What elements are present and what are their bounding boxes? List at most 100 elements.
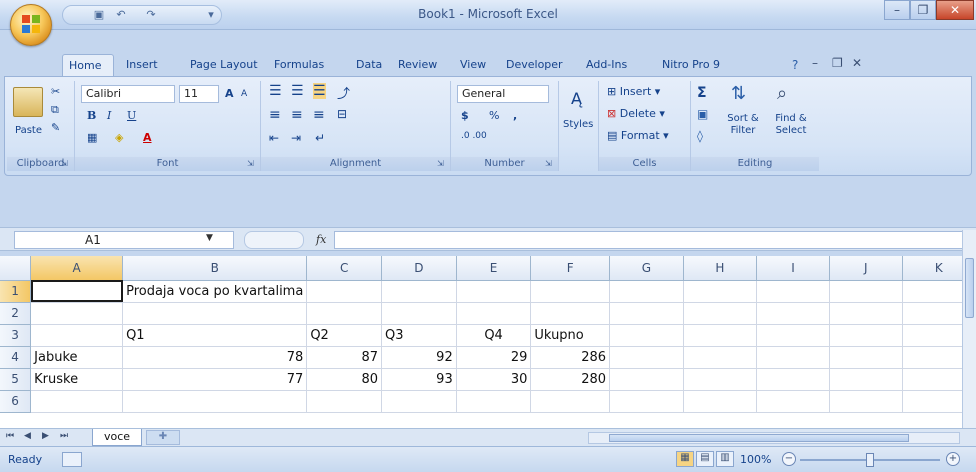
cell[interactable] <box>30 324 124 347</box>
ribbon-minimize-icon[interactable]: – <box>812 56 818 70</box>
cell[interactable] <box>756 280 830 303</box>
help-icon[interactable]: ? <box>792 58 798 72</box>
cell[interactable] <box>609 302 684 325</box>
sort-filter-button[interactable]: Sort & Filter <box>719 113 767 137</box>
office-button[interactable] <box>10 4 52 46</box>
cell[interactable]: 93 <box>381 368 457 391</box>
vertical-scrollbar[interactable] <box>962 230 976 430</box>
cell[interactable] <box>756 390 830 413</box>
cell[interactable]: Prodaja voca po kvartalima <box>122 280 308 303</box>
column-header-j[interactable]: J <box>829 256 903 281</box>
column-header-f[interactable]: F <box>530 256 611 281</box>
cell[interactable]: Q3 <box>381 324 457 347</box>
restore-button[interactable]: ❐ <box>910 0 936 20</box>
bold-button[interactable]: B <box>87 109 96 122</box>
clipboard-launcher-icon[interactable]: ⇲ <box>61 159 71 169</box>
cell[interactable]: 87 <box>306 346 383 369</box>
column-header-a[interactable]: A <box>30 256 124 281</box>
column-header-e[interactable]: E <box>456 256 532 281</box>
cell[interactable]: 92 <box>381 346 457 369</box>
cell[interactable]: 80 <box>306 368 383 391</box>
row-header[interactable]: 2 <box>0 302 32 325</box>
formula-input[interactable] <box>334 231 964 249</box>
minimize-button[interactable]: – <box>884 0 910 20</box>
align-top-icon[interactable]: ☰ <box>269 83 282 99</box>
tab-formulas[interactable]: Formulas <box>268 54 330 76</box>
merge-center-icon[interactable]: ⊟ <box>337 107 347 121</box>
insert-cells-button[interactable]: ⊞ Insert ▾ <box>607 85 660 98</box>
zoom-in-button[interactable]: + <box>946 452 960 466</box>
cell[interactable] <box>306 302 383 325</box>
increase-indent-icon[interactable]: ⇥ <box>291 131 301 145</box>
align-bottom-icon[interactable]: ☰ <box>313 83 326 99</box>
wrap-text-icon[interactable]: ↵ <box>315 131 325 145</box>
zoom-slider[interactable] <box>800 453 940 467</box>
cell[interactable] <box>30 302 124 325</box>
format-painter-icon[interactable]: ✎ <box>51 121 60 134</box>
tab-developer[interactable]: Developer <box>500 54 569 76</box>
comma-button[interactable]: , <box>513 109 517 122</box>
align-center-icon[interactable]: ≡ <box>291 107 303 123</box>
alignment-launcher-icon[interactable]: ⇲ <box>437 159 447 169</box>
find-select-button[interactable]: Find & Select <box>767 113 815 137</box>
font-launcher-icon[interactable]: ⇲ <box>247 159 257 169</box>
underline-button[interactable]: U <box>127 109 136 122</box>
tab-data[interactable]: Data <box>350 54 388 76</box>
horizontal-scroll-thumb[interactable] <box>609 434 909 442</box>
first-sheet-icon[interactable]: ⏮ <box>6 431 14 441</box>
cell[interactable] <box>609 368 684 391</box>
cell[interactable] <box>829 280 903 303</box>
cell[interactable]: 286 <box>530 346 611 369</box>
ribbon-restore-icon[interactable]: ❐ <box>832 56 843 70</box>
cell[interactable] <box>609 280 684 303</box>
fill-color-icon[interactable]: ◈ <box>115 131 123 144</box>
cell[interactable]: Ukupno <box>530 324 611 347</box>
currency-button[interactable]: $ <box>461 109 469 122</box>
row-header[interactable]: 6 <box>0 390 32 413</box>
tab-insert[interactable]: Insert <box>120 54 164 76</box>
zoom-slider-knob[interactable] <box>866 453 874 467</box>
cell[interactable] <box>306 280 383 303</box>
align-right-icon[interactable]: ≡ <box>313 107 325 123</box>
cell[interactable] <box>756 302 830 325</box>
page-break-view-icon[interactable]: ▥ <box>716 451 734 467</box>
cell[interactable]: Q1 <box>122 324 308 347</box>
cell[interactable] <box>30 390 124 413</box>
cell[interactable]: Q4 <box>456 324 532 347</box>
column-header-b[interactable]: B <box>122 256 308 281</box>
styles-button-label[interactable]: Styles <box>563 119 593 130</box>
sheet-tab-voce[interactable]: voce <box>92 429 142 446</box>
font-name-select[interactable]: Calibri <box>81 85 175 103</box>
cell[interactable] <box>30 280 124 303</box>
row-header[interactable]: 5 <box>0 368 32 391</box>
cell[interactable] <box>456 302 532 325</box>
cell[interactable]: 30 <box>456 368 532 391</box>
cell[interactable] <box>683 302 758 325</box>
font-size-select[interactable]: 11 <box>179 85 219 103</box>
italic-button[interactable]: I <box>107 109 111 122</box>
cell[interactable]: 77 <box>122 368 308 391</box>
cell[interactable] <box>756 324 830 347</box>
horizontal-scrollbar[interactable] <box>588 432 960 444</box>
autosum-button[interactable]: Σ <box>697 85 707 101</box>
number-format-select[interactable]: General <box>457 85 549 103</box>
delete-cells-button[interactable]: ⊠ Delete ▾ <box>607 107 665 120</box>
shrink-font-button[interactable]: A <box>241 89 247 99</box>
tab-nitro-pro[interactable]: Nitro Pro 9 <box>656 54 726 76</box>
decimal-buttons[interactable]: .0 .00 <box>461 131 487 141</box>
zoom-out-button[interactable]: − <box>782 452 796 466</box>
cell[interactable] <box>122 302 308 325</box>
font-color-button[interactable]: A <box>143 131 152 144</box>
tab-add-ins[interactable]: Add-Ins <box>580 54 633 76</box>
cell[interactable]: 29 <box>456 346 532 369</box>
find-select-icon[interactable]: ⌕ <box>777 83 787 104</box>
tab-home[interactable]: Home <box>62 54 114 76</box>
cell[interactable] <box>683 280 758 303</box>
cell[interactable] <box>456 280 532 303</box>
page-layout-view-icon[interactable]: ▤ <box>696 451 714 467</box>
clear-icon[interactable]: ◊ <box>697 129 703 143</box>
cell[interactable] <box>609 390 684 413</box>
column-header-c[interactable]: C <box>306 256 383 281</box>
prev-sheet-icon[interactable]: ◀ <box>24 431 31 441</box>
orientation-icon[interactable]: ⤴ <box>337 83 350 102</box>
